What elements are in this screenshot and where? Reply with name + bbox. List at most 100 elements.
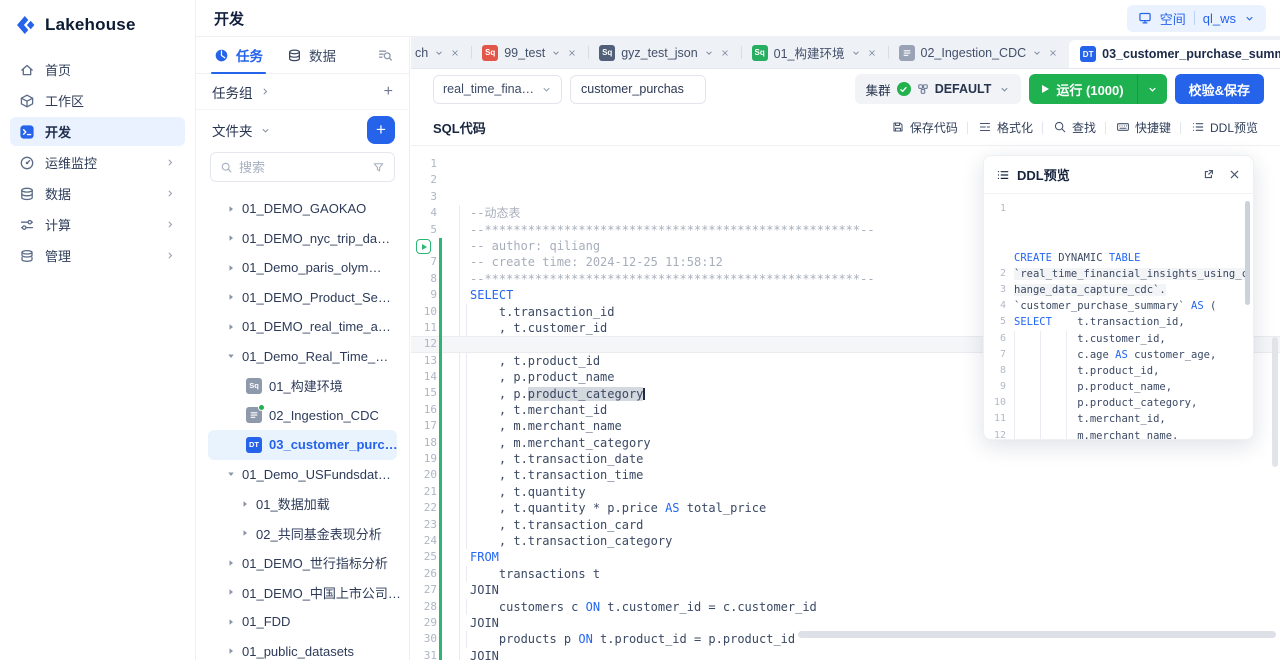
validate-save-button[interactable]: 校验&保存 — [1175, 74, 1264, 104]
ddl-scrollbar[interactable] — [1245, 201, 1250, 305]
code-line: 20 , t.transaction_card — [411, 467, 1280, 483]
run-options-button[interactable] — [1137, 74, 1167, 104]
close-icon[interactable] — [1048, 48, 1058, 58]
chevron-right-icon — [165, 157, 176, 168]
caret-right-icon[interactable] — [226, 617, 236, 627]
caret-right-icon[interactable] — [226, 263, 236, 273]
tree-item[interactable]: Sq01_构建环境 — [196, 371, 409, 401]
tree-item[interactable]: 01_DEMO_nyc_trip_da… — [196, 224, 409, 254]
sidebar-item-workspace[interactable]: 工作区 — [10, 86, 185, 115]
tree-item-label: 01_DEMO_GAOKAO — [242, 201, 366, 216]
code-header: SQL代码 保存代码 格式化 查找 快捷键 DDL预览 — [411, 109, 1280, 146]
sidebar-item-compute[interactable]: 计算 — [10, 210, 185, 239]
tree-item[interactable]: 01_public_datasets — [196, 637, 409, 660]
tree-item[interactable]: 01_DEMO_GAOKAO — [196, 194, 409, 224]
chevron-down-icon — [541, 84, 552, 95]
action-keyboard[interactable]: 快捷键 — [1106, 119, 1181, 136]
cluster-selector[interactable]: 集群 DEFAULT — [855, 74, 1022, 104]
caret-right-icon[interactable] — [226, 204, 236, 214]
editor-tab-label: 02_Ingestion_CDC — [921, 46, 1027, 60]
action-ddl-list[interactable]: DDL预览 — [1181, 119, 1268, 136]
editor-tab[interactable]: ch — [411, 37, 471, 68]
chevron-down-icon[interactable] — [851, 48, 861, 58]
sidebar-item-home[interactable]: 首页 — [10, 55, 185, 84]
tree-item[interactable]: 01_DEMO_real_time_a… — [196, 312, 409, 342]
tree-item[interactable]: 02_共同基金表现分析 — [196, 519, 409, 549]
caret-right-icon[interactable] — [226, 558, 236, 568]
line-number: 5 — [411, 222, 437, 238]
tab-data[interactable]: 数据 — [287, 37, 336, 73]
open-in-new-icon[interactable] — [1202, 168, 1215, 181]
tree-item[interactable]: 01_数据加载 — [196, 489, 409, 519]
caret-down-icon[interactable] — [226, 351, 236, 361]
sidebar-item-ops[interactable]: 运维监控 — [10, 148, 185, 177]
action-format[interactable]: 格式化 — [968, 119, 1043, 136]
chevron-down-icon[interactable] — [260, 125, 271, 136]
chevron-right-icon — [165, 250, 176, 261]
sidebar-item-data[interactable]: 数据 — [10, 179, 185, 208]
caret-down-icon[interactable] — [226, 469, 236, 479]
add-file-button[interactable]: + — [367, 116, 395, 144]
tree-item-label: 01_public_datasets — [242, 644, 354, 659]
close-icon[interactable] — [567, 48, 577, 58]
caret-right-icon[interactable] — [226, 233, 236, 243]
table-name-input[interactable] — [570, 75, 706, 104]
search-list-icon[interactable] — [377, 47, 393, 63]
sidebar-item-dev[interactable]: 开发 — [10, 117, 185, 146]
code-line: 24 JOIN — [411, 533, 1280, 549]
close-icon[interactable] — [867, 48, 877, 58]
tree-item[interactable]: 01_DEMO_中国上市公司… — [196, 578, 409, 608]
action-search[interactable]: 查找 — [1043, 119, 1106, 136]
run-button[interactable]: 运行 (1000) — [1029, 74, 1136, 104]
tree-item[interactable]: 01_Demo_USFundsdat… — [196, 460, 409, 490]
filter-icon[interactable] — [372, 161, 385, 174]
close-icon[interactable] — [1228, 168, 1241, 181]
caret-right-icon[interactable] — [240, 499, 250, 509]
chevron-right-icon[interactable] — [260, 86, 271, 97]
line-number: 14 — [411, 369, 437, 385]
sidebar-item-label: 工作区 — [45, 91, 84, 110]
table-select[interactable]: real_time_fina… — [433, 75, 562, 104]
tab-tasks[interactable]: 任务 — [214, 37, 263, 73]
workspace-switcher[interactable]: 空间 ql_ws — [1127, 5, 1266, 32]
sq-file-icon: Sq — [246, 378, 262, 394]
editor-tab[interactable]: Sq 01_构建环境 — [741, 37, 888, 68]
tree-item[interactable]: 01_FDD — [196, 607, 409, 637]
tree-item[interactable]: 01_Demo_paris_olym… — [196, 253, 409, 283]
line-number: 15 — [411, 385, 437, 401]
sidebar-item-admin[interactable]: 管理 — [10, 241, 185, 270]
chevron-down-icon[interactable] — [434, 48, 444, 58]
close-icon[interactable] — [720, 48, 730, 58]
editor-tab[interactable]: Sq 99_test — [471, 37, 588, 68]
code-line: 27 products p ON t.product_id = p.produc… — [411, 582, 1280, 598]
tree-item[interactable]: 01_Demo_Real_Time_… — [196, 342, 409, 372]
caret-right-icon[interactable] — [226, 646, 236, 656]
editor-tab[interactable]: Sq gyz_test_json — [588, 37, 740, 68]
vertical-scrollbar[interactable] — [1272, 337, 1278, 467]
action-label: 保存代码 — [910, 119, 958, 136]
tree-item[interactable]: 02_Ingestion_CDC — [196, 401, 409, 431]
search-icon — [220, 161, 233, 174]
tree-item[interactable]: 01_DEMO_世行指标分析 — [196, 548, 409, 578]
tree-item-label: 03_customer_purc… — [269, 437, 397, 452]
editor-tab[interactable]: DT 03_customer_purchase_summary — [1069, 40, 1280, 68]
tree-item[interactable]: DT03_customer_purc… — [208, 430, 397, 460]
tree-item[interactable]: 01_DEMO_Product_Se… — [196, 283, 409, 313]
run-statement-button[interactable] — [416, 239, 431, 254]
line-number: 28 — [411, 599, 437, 615]
caret-right-icon[interactable] — [240, 528, 250, 538]
editor-tab[interactable]: 02_Ingestion_CDC — [888, 37, 1070, 68]
caret-right-icon[interactable] — [226, 587, 236, 597]
chevron-down-icon[interactable] — [551, 48, 561, 58]
caret-right-icon[interactable] — [226, 292, 236, 302]
add-task-group-button[interactable]: + — [384, 84, 393, 100]
close-icon[interactable] — [450, 48, 460, 58]
chevron-down-icon[interactable] — [704, 48, 714, 58]
action-save[interactable]: 保存代码 — [881, 119, 968, 136]
tree-search-input[interactable] — [239, 160, 366, 175]
horizontal-scrollbar[interactable] — [798, 631, 1276, 638]
chevron-down-icon[interactable] — [1032, 48, 1042, 58]
page-title: 开发 — [214, 8, 244, 29]
caret-right-icon[interactable] — [226, 322, 236, 332]
line-number: 8 — [411, 271, 437, 287]
